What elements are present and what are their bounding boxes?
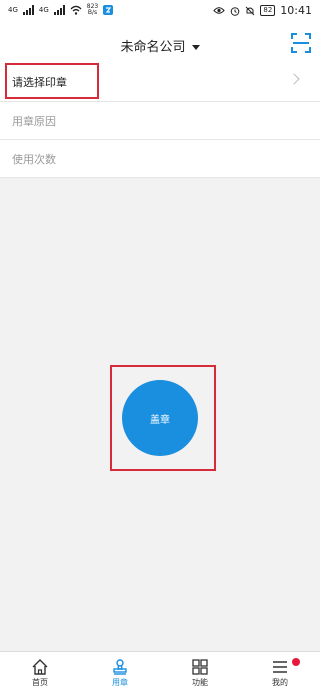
home-icon (32, 659, 48, 675)
signal-icon (22, 5, 34, 15)
clock: 10:41 (280, 4, 312, 17)
tab-stamp-label: 用章 (112, 678, 128, 687)
highlight-frame-seal (5, 63, 99, 99)
alarm-icon (231, 6, 240, 16)
network-type-label-2: 4G (38, 5, 49, 14)
tab-stamp[interactable]: 用章 (80, 652, 160, 693)
battery-indicator: 82 (260, 5, 276, 16)
status-right: 82 10:41 (213, 4, 312, 17)
reason-placeholder: 用章原因 (12, 114, 56, 128)
reason-field[interactable]: 用章原因 (0, 102, 320, 140)
mute-icon (246, 6, 255, 15)
tab-home-label: 首页 (32, 678, 48, 687)
scan-icon[interactable] (290, 32, 312, 54)
tab-features-label: 功能 (192, 678, 208, 687)
company-name: 未命名公司 (120, 40, 186, 55)
tab-home[interactable]: 首页 (0, 652, 80, 693)
usage-count-field[interactable]: 使用次数 (0, 140, 320, 178)
tab-mine-label: 我的 (272, 678, 288, 687)
tab-features[interactable]: 功能 (160, 652, 240, 693)
stamp-button[interactable]: 盖章 (122, 380, 198, 456)
usage-count-placeholder: 使用次数 (12, 152, 56, 166)
tab-mine[interactable]: 我的 (240, 652, 320, 693)
top-header: 未命名公司 (0, 26, 320, 62)
notification-dot (292, 658, 300, 666)
chevron-right-icon (288, 73, 300, 85)
app-notification-icon (103, 5, 114, 15)
bottom-tabbar: 首页 用章 功能 我的 (0, 651, 320, 693)
wifi-icon (70, 5, 82, 15)
network-type-label: 4G (8, 5, 18, 14)
company-selector[interactable]: 未命名公司 (0, 36, 320, 55)
status-bar: 4G 4G 823 B/s 82 10:41 (0, 0, 320, 26)
stamp-icon (113, 659, 127, 675)
caret-down-icon (191, 45, 200, 50)
eye-icon (213, 7, 226, 14)
signal-icon-2 (53, 5, 65, 15)
menu-icon (273, 661, 287, 673)
net-speed-unit: B/s (87, 9, 98, 16)
grid-icon (192, 659, 208, 675)
status-left: 4G 4G 823 B/s (8, 4, 114, 16)
net-speed: 823 B/s (87, 4, 98, 16)
stamp-button-label: 盖章 (150, 414, 170, 426)
